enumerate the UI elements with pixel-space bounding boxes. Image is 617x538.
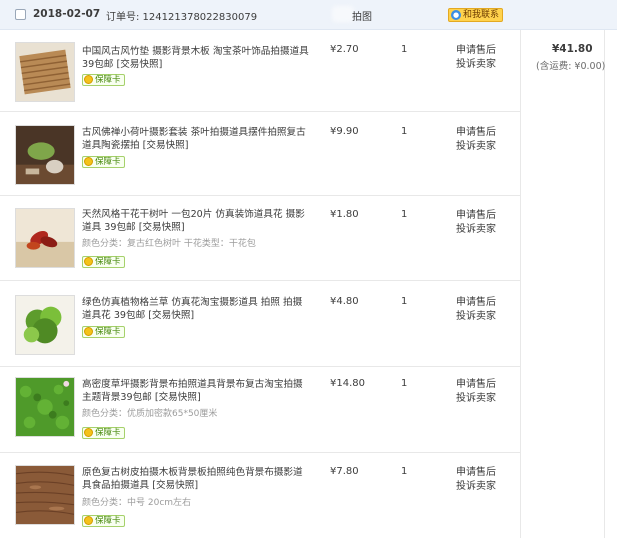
item-price: ¥2.70: [330, 44, 359, 55]
item-title[interactable]: 原色复古树皮拍摄木板背景板拍照纯色背景布摄影道具食品拍摄道具 [交易快照]: [82, 466, 310, 492]
item-title[interactable]: 绿色仿真植物格兰草 仿真花淘宝摄影道具 拍照 拍摄道具花 39包邮 [交易快照]: [82, 296, 310, 322]
row-divider: [0, 366, 520, 367]
item-actions: 申请售后 投诉卖家: [456, 126, 496, 154]
contact-seller-label: 和我联系: [463, 10, 500, 20]
row-divider: [0, 280, 520, 281]
complain-seller-link[interactable]: 投诉卖家: [456, 480, 496, 494]
badge-label: 保障卡: [95, 327, 121, 337]
guarantee-icon: [84, 516, 93, 525]
apply-after-sales-link[interactable]: 申请售后: [456, 209, 496, 223]
complain-seller-link[interactable]: 投诉卖家: [456, 310, 496, 324]
item-price: ¥9.90: [330, 126, 359, 137]
bamboo-mat-image: [16, 43, 74, 101]
select-order-checkbox[interactable]: [15, 9, 26, 20]
product-thumbnail[interactable]: [15, 377, 75, 437]
product-thumbnail[interactable]: [15, 125, 75, 185]
item-quantity: 1: [401, 296, 408, 307]
shipping-fee: (含运费: ¥0.00): [536, 61, 606, 72]
bark-board-image: [16, 466, 74, 524]
item-title[interactable]: 天然风格干花干树叶 一包20片 仿真装饰道具花 摄影道具 39包邮 [交易快照]: [82, 208, 310, 234]
item-title-text[interactable]: 天然风格干花干树叶 一包20片 仿真装饰道具花 摄影道具 39包邮: [82, 209, 305, 233]
lotus-leaf-image: [16, 126, 74, 184]
complain-seller-link[interactable]: 投诉卖家: [456, 223, 496, 237]
apply-after-sales-link[interactable]: 申请售后: [456, 44, 496, 58]
order-number: 订单号: 124121378022830079: [106, 12, 258, 23]
guarantee-card-badge[interactable]: 保障卡: [82, 74, 125, 86]
item-actions: 申请售后 投诉卖家: [456, 378, 496, 406]
column-divider: [520, 30, 521, 538]
guarantee-icon: [84, 75, 93, 84]
guarantee-card-badge[interactable]: 保障卡: [82, 427, 125, 439]
item-price: ¥4.80: [330, 296, 359, 307]
item-quantity: 1: [401, 126, 408, 137]
item-properties: 颜色分类：优质加密款65*50厘米: [82, 409, 218, 419]
chat-icon: ●: [451, 10, 461, 20]
dried-leaves-image: [16, 209, 74, 267]
apply-after-sales-link[interactable]: 申请售后: [456, 378, 496, 392]
row-divider: [0, 452, 520, 453]
item-title[interactable]: 高密度草坪摄影背景布拍照道具背景布复古淘宝拍摄主题背景39包邮 [交易快照]: [82, 378, 310, 404]
order-total: ¥41.80: [552, 43, 593, 55]
row-divider: [0, 195, 520, 196]
complain-seller-link[interactable]: 投诉卖家: [456, 140, 496, 154]
guarantee-card-badge[interactable]: 保障卡: [82, 515, 125, 527]
guarantee-icon: [84, 257, 93, 266]
item-price: ¥1.80: [330, 209, 359, 220]
shop-name[interactable]: 拍图: [352, 8, 372, 23]
product-thumbnail[interactable]: [15, 465, 75, 525]
item-properties: 颜色分类：复古红色树叶 干花类型：干花包: [82, 239, 256, 249]
item-properties: 颜色分类：中号 20cm左右: [82, 498, 192, 508]
badge-label: 保障卡: [95, 428, 121, 438]
badge-label: 保障卡: [95, 75, 121, 85]
badge-label: 保障卡: [95, 157, 121, 167]
item-title[interactable]: 中国风古风竹垫 摄影背景木板 淘宝茶叶饰品拍摄道具 39包邮 [交易快照]: [82, 45, 310, 71]
guarantee-icon: [84, 157, 93, 166]
product-thumbnail[interactable]: [15, 42, 75, 102]
contact-seller-button[interactable]: ● 和我联系: [448, 8, 504, 22]
order-header: 2018-02-07 订单号: 124121378022830079 拍图 ● …: [0, 0, 617, 30]
item-quantity: 1: [401, 44, 408, 55]
snapshot-link[interactable]: [交易快照]: [155, 392, 201, 403]
badge-label: 保障卡: [95, 516, 121, 526]
product-thumbnail[interactable]: [15, 208, 75, 268]
snapshot-link[interactable]: [交易快照]: [143, 140, 189, 151]
complain-seller-link[interactable]: 投诉卖家: [456, 392, 496, 406]
guarantee-card-badge[interactable]: 保障卡: [82, 156, 125, 168]
guarantee-icon: [84, 327, 93, 336]
item-actions: 申请售后 投诉卖家: [456, 466, 496, 494]
complain-seller-link[interactable]: 投诉卖家: [456, 58, 496, 72]
item-actions: 申请售后 投诉卖家: [456, 296, 496, 324]
item-price: ¥7.80: [330, 466, 359, 477]
column-divider: [604, 30, 605, 538]
guarantee-card-badge[interactable]: 保障卡: [82, 326, 125, 338]
order-date: 2018-02-07: [33, 8, 101, 20]
snapshot-link[interactable]: [交易快照]: [152, 480, 198, 491]
item-title[interactable]: 古风佛禅小荷叶摄影套装 茶叶拍摄道具摆件拍照复古道具陶瓷摆拍 [交易快照]: [82, 126, 310, 152]
product-thumbnail[interactable]: [15, 295, 75, 355]
item-price: ¥14.80: [330, 378, 365, 389]
item-quantity: 1: [401, 466, 408, 477]
item-quantity: 1: [401, 209, 408, 220]
item-actions: 申请售后 投诉卖家: [456, 44, 496, 72]
item-title-text[interactable]: 古风佛禅小荷叶摄影套装 茶叶拍摄道具摆件拍照复古道具陶瓷摆拍: [82, 127, 306, 151]
snapshot-link[interactable]: [交易快照]: [116, 59, 162, 70]
row-divider: [0, 111, 520, 112]
apply-after-sales-link[interactable]: 申请售后: [456, 126, 496, 140]
apply-after-sales-link[interactable]: 申请售后: [456, 466, 496, 480]
snapshot-link[interactable]: [交易快照]: [148, 310, 194, 321]
badge-label: 保障卡: [95, 257, 121, 267]
lawn-backdrop-image: [16, 378, 74, 436]
item-actions: 申请售后 投诉卖家: [456, 209, 496, 237]
artificial-grass-plant-image: [16, 296, 74, 354]
apply-after-sales-link[interactable]: 申请售后: [456, 296, 496, 310]
guarantee-card-badge[interactable]: 保障卡: [82, 256, 125, 268]
guarantee-icon: [84, 428, 93, 437]
item-quantity: 1: [401, 378, 408, 389]
shop-name-blurred: [332, 6, 354, 22]
snapshot-link[interactable]: [交易快照]: [139, 222, 185, 233]
